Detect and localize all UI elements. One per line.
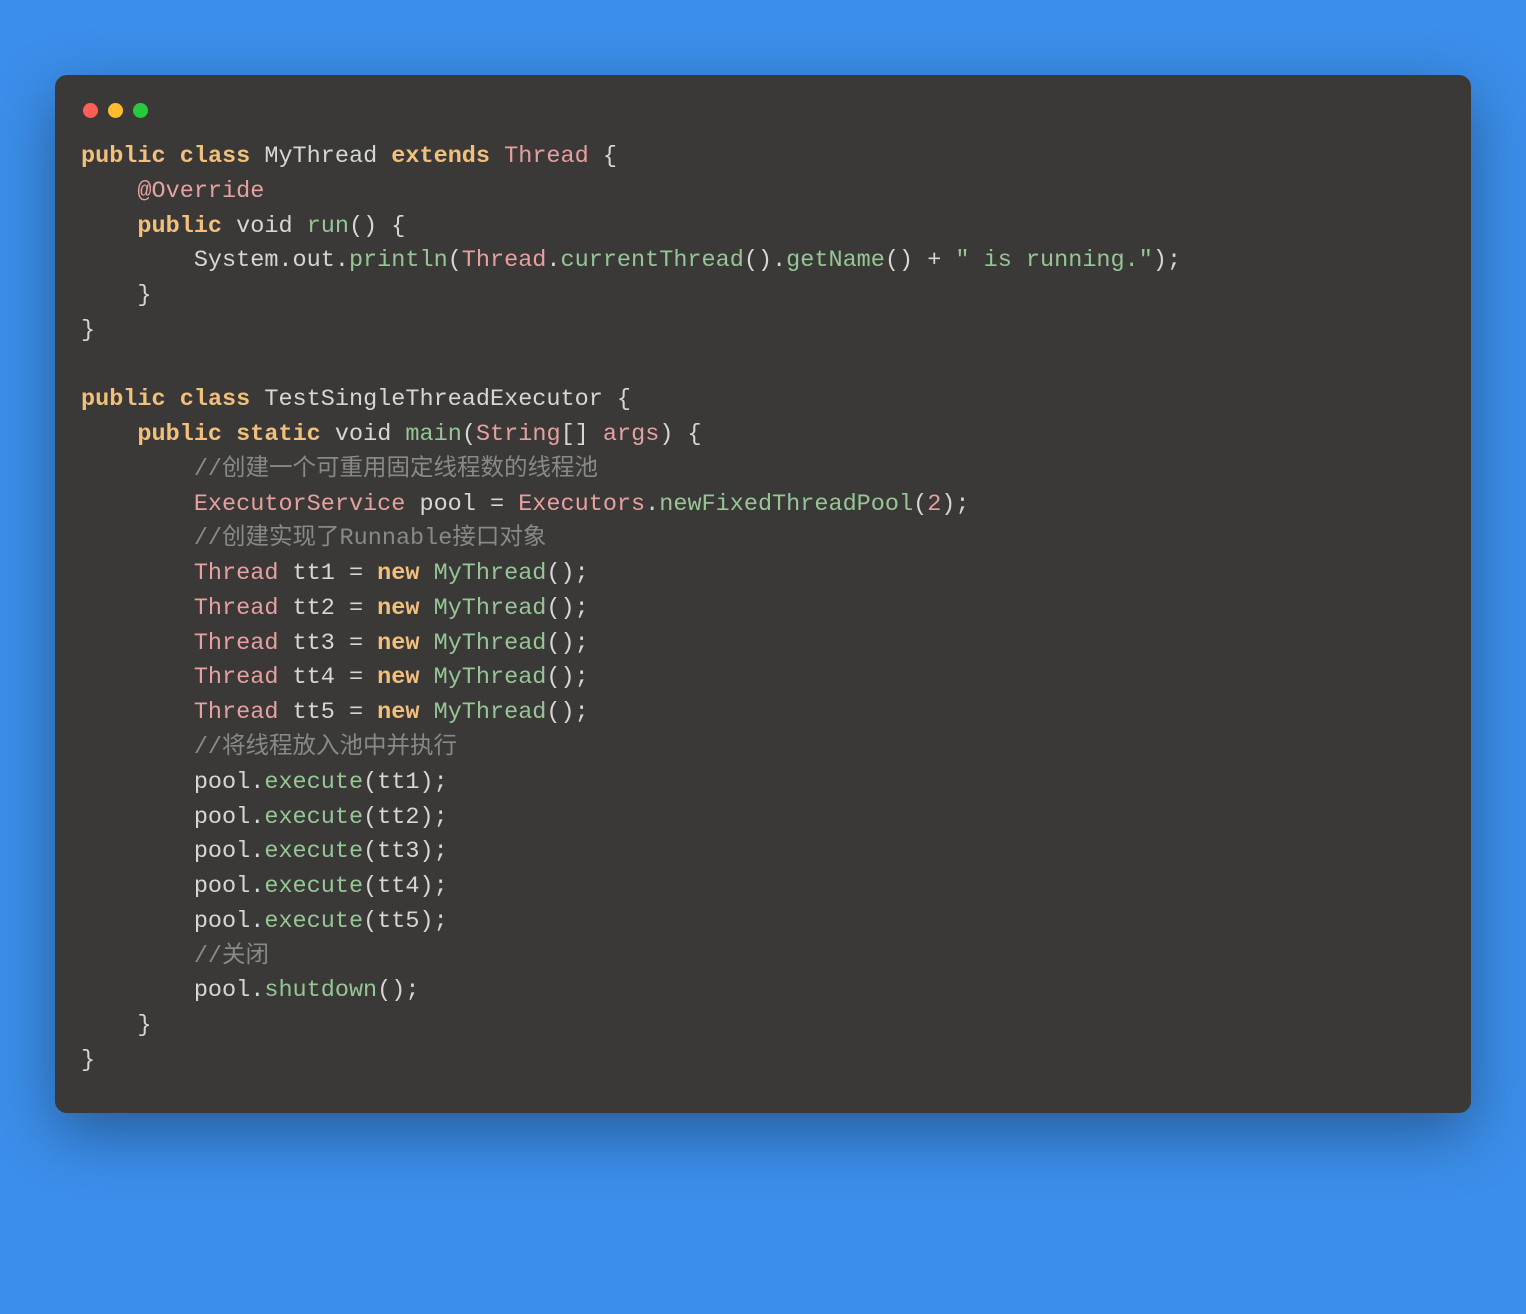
window-titlebar <box>81 101 1445 140</box>
close-icon[interactable] <box>83 103 98 118</box>
zoom-icon[interactable] <box>133 103 148 118</box>
minimize-icon[interactable] <box>108 103 123 118</box>
code-block: public class MyThread extends Thread { @… <box>81 140 1445 1079</box>
code-window: public class MyThread extends Thread { @… <box>55 75 1471 1113</box>
